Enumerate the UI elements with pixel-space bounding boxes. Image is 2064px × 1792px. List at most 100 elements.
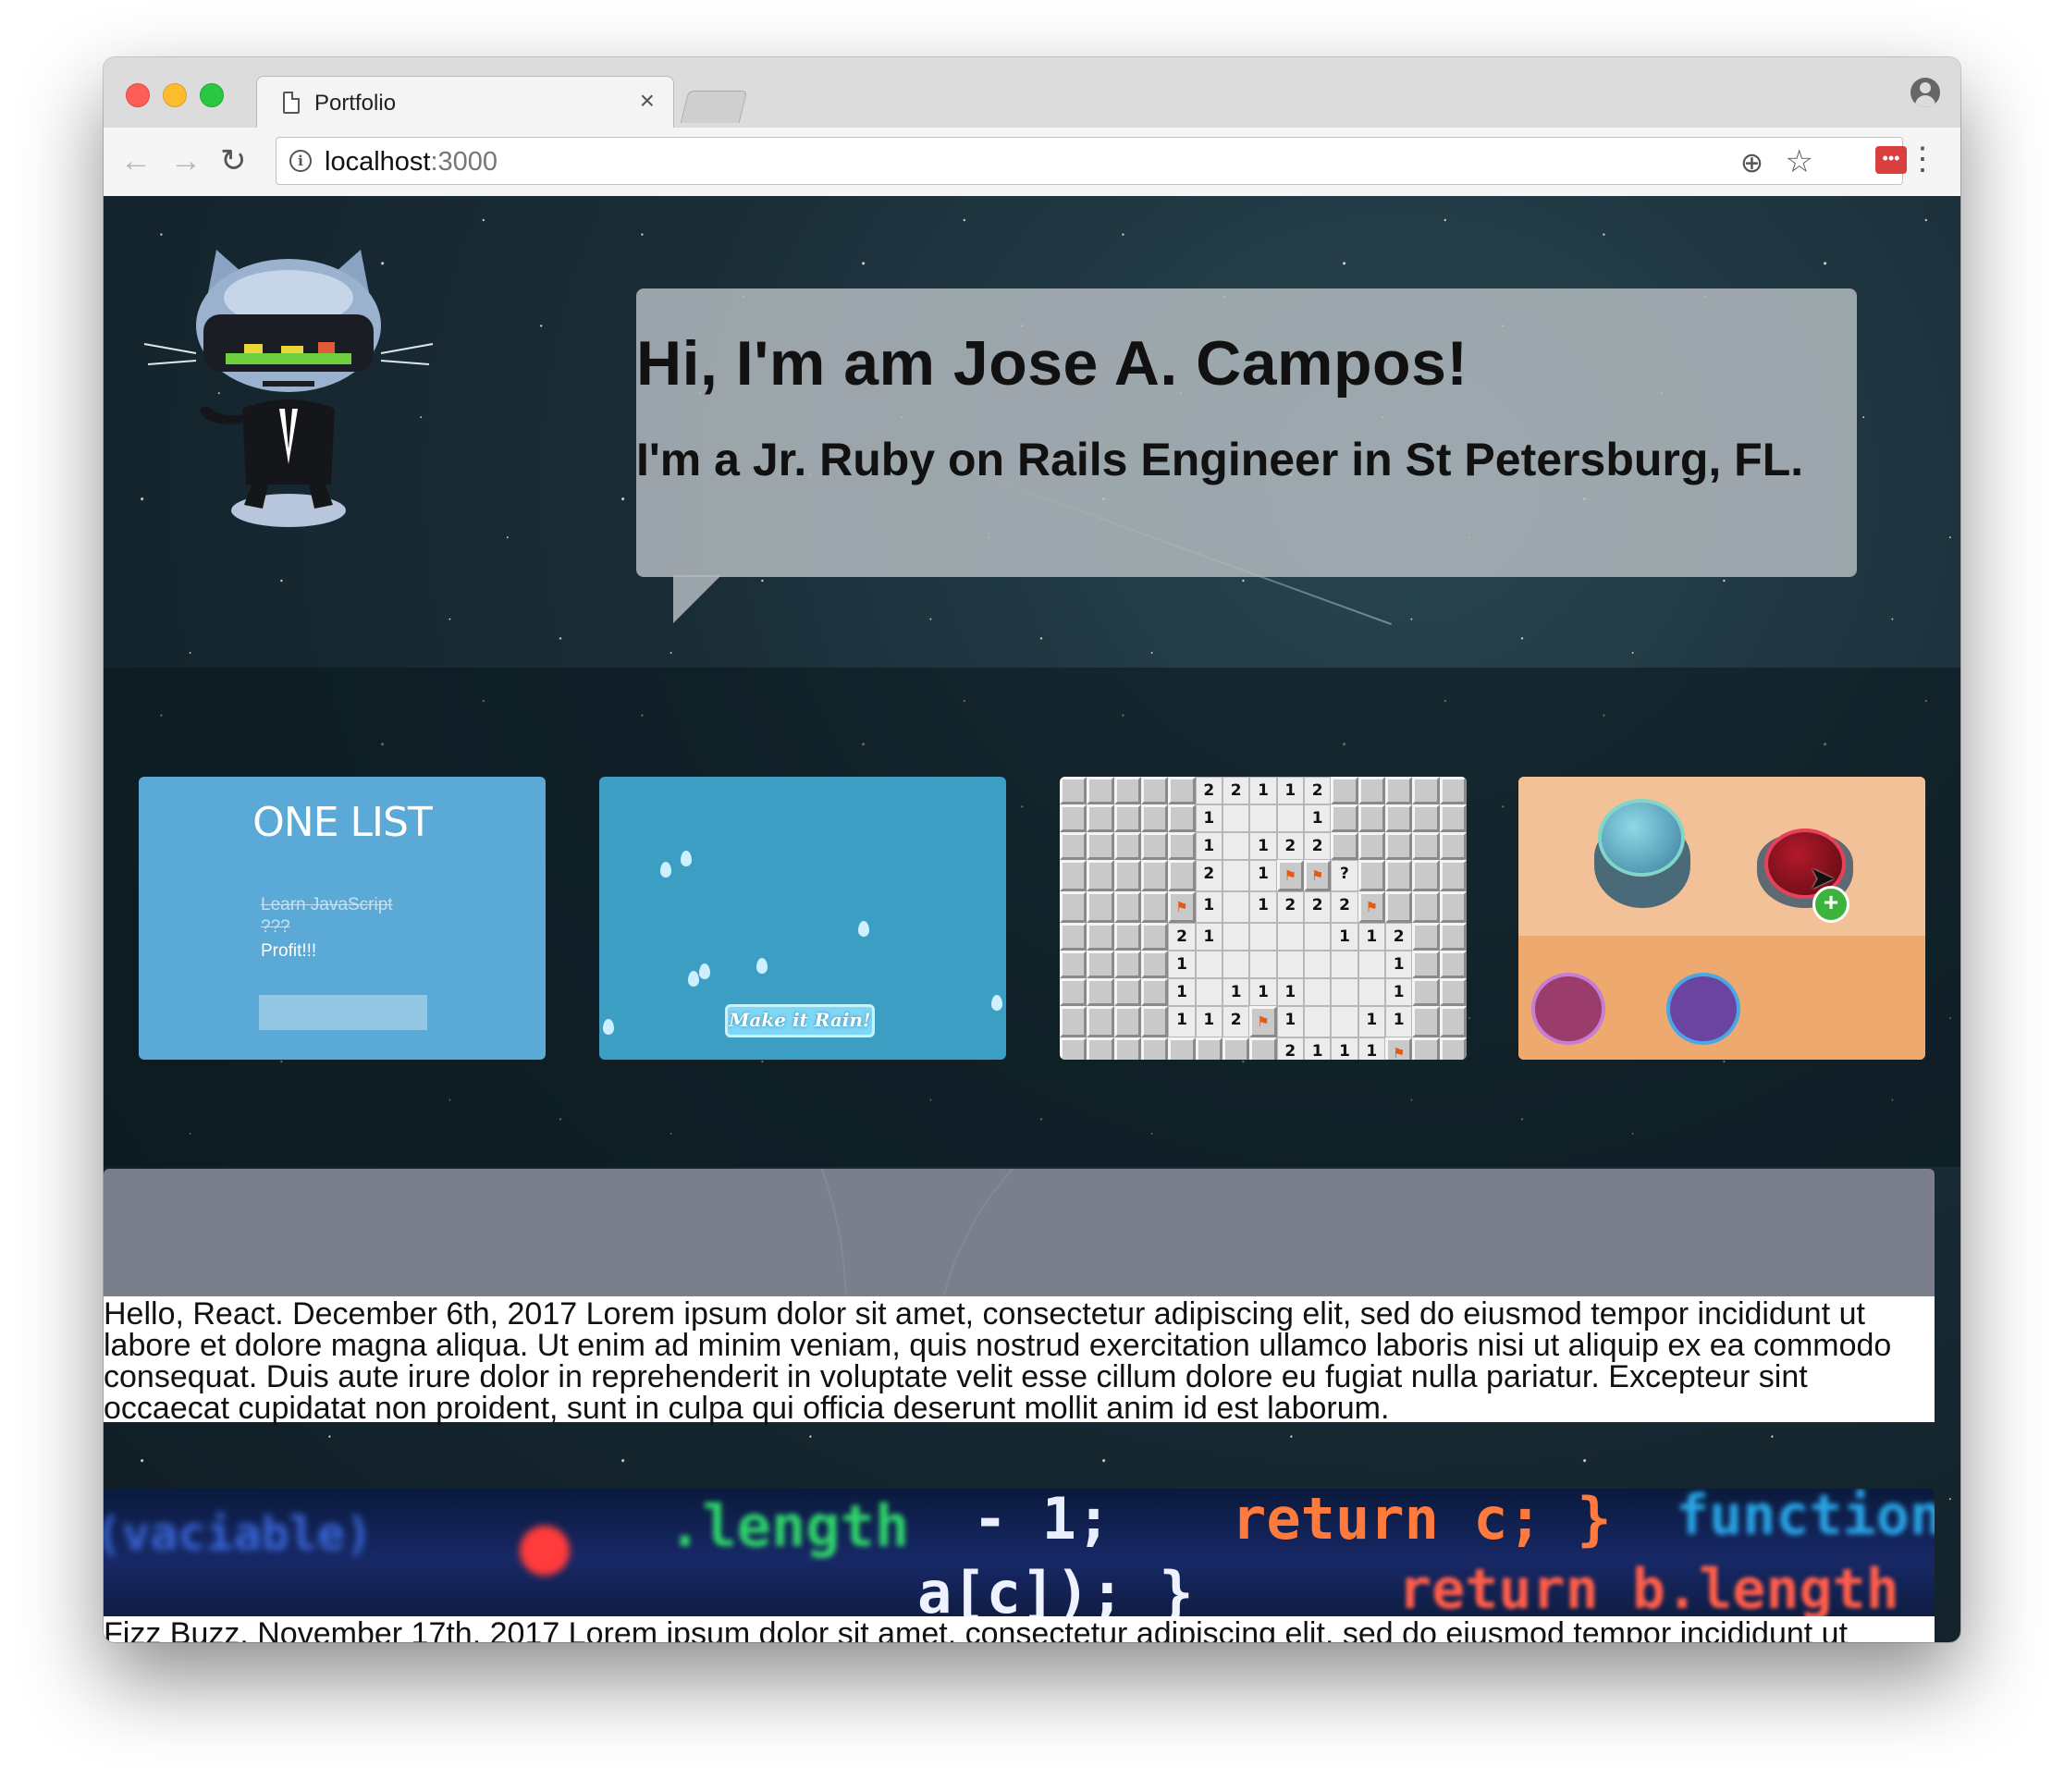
hero-title: Hi, I'm am Jose A. Campos! xyxy=(636,328,1468,399)
mine-cell xyxy=(1113,860,1141,891)
octocat-avatar xyxy=(143,250,434,527)
mine-cell: 1 xyxy=(1304,1037,1332,1060)
mine-cell xyxy=(1385,860,1413,891)
project-card-one-list[interactable]: ONE LIST Learn JavaScript ??? Profit!!! xyxy=(139,777,546,1060)
tab-close-button[interactable]: × xyxy=(640,86,655,115)
mine-cell xyxy=(1439,777,1467,804)
back-button[interactable]: ← xyxy=(120,142,152,179)
flag-icon: ⚑ xyxy=(1358,891,1385,923)
mine-cell xyxy=(1439,860,1467,891)
document-icon xyxy=(283,92,300,114)
reload-button[interactable]: ↻ xyxy=(220,142,247,179)
blue-creature xyxy=(1602,803,1681,873)
post-text: Hello, React. December 6th, 2017 Lorem i… xyxy=(104,1296,1935,1424)
mine-cell xyxy=(1195,978,1222,1006)
url-text[interactable]: localhost:3000 xyxy=(325,147,498,178)
purple-orb xyxy=(1670,976,1737,1041)
one-list-item: Learn JavaScript xyxy=(261,895,393,914)
mine-cell: 2 xyxy=(1195,860,1222,891)
forward-button[interactable]: → xyxy=(170,142,202,179)
mine-cell xyxy=(1113,832,1141,860)
address-bar[interactable]: i localhost:3000 ⊕ ☆ xyxy=(276,137,1903,185)
new-tab-button[interactable] xyxy=(680,91,748,123)
info-icon[interactable]: i xyxy=(289,150,312,172)
raindrop xyxy=(858,921,869,937)
project-card-creatures[interactable]: ➤ + xyxy=(1518,777,1925,1060)
mine-cell: 2 xyxy=(1195,777,1222,804)
zoom-icon[interactable]: ⊕ xyxy=(1740,147,1763,179)
tab-portfolio[interactable]: Portfolio × xyxy=(256,76,674,130)
flag-icon: ⚑ xyxy=(1385,1037,1413,1060)
mine-cell: 2 xyxy=(1222,1006,1250,1037)
mine-cell xyxy=(1087,777,1114,804)
banner-code-text: function xyxy=(1676,1489,1935,1548)
mine-cell xyxy=(1412,951,1440,978)
mine-cell xyxy=(1113,1006,1141,1037)
mine-cell xyxy=(1060,891,1087,923)
mine-cell: 1 xyxy=(1385,951,1413,978)
mine-cell: 1 xyxy=(1249,860,1277,891)
mine-cell: 1 xyxy=(1249,978,1277,1006)
bookmark-star-icon[interactable]: ☆ xyxy=(1786,143,1813,180)
mine-cell xyxy=(1304,951,1332,978)
mine-cell: 1 xyxy=(1385,1006,1413,1037)
banner-code-text: return b.length xyxy=(1398,1557,1899,1618)
mine-cell xyxy=(1385,777,1413,804)
raindrop xyxy=(688,971,699,987)
raindrop xyxy=(681,851,692,866)
mine-cell xyxy=(1060,777,1087,804)
mine-cell xyxy=(1060,860,1087,891)
mine-cell xyxy=(1141,832,1169,860)
url-host: localhost xyxy=(325,147,431,177)
project-card-minesweeper[interactable]: 2 2 1 1 2 1 1 1 1 2 2 2 1 ⚑ ⚑? ⚑ 1 1 2 2 2 ⚑ 2 1 1 1 2 1 1 1 1 1 1 1 1 1 2 ⚑ 1… xyxy=(1060,777,1467,1060)
mine-cell xyxy=(1412,923,1440,951)
mine-cell: 2 xyxy=(1304,891,1332,923)
one-list-item: Profit!!! xyxy=(261,941,317,961)
mine-cell xyxy=(1087,1006,1114,1037)
mine-cell xyxy=(1141,860,1169,891)
tab-strip: Portfolio × xyxy=(104,57,1960,130)
browser-window: Portfolio × ← → ↻ i localhost:3000 ⊕ ☆ •… xyxy=(104,57,1960,1642)
banner-code-text: (vaciable) xyxy=(104,1507,374,1561)
mine-cell xyxy=(1087,832,1114,860)
flag-icon: ⚑ xyxy=(1249,1006,1277,1037)
mine-cell: 1 xyxy=(1168,951,1196,978)
magenta-orb xyxy=(1535,976,1602,1041)
mine-cell: 2 xyxy=(1276,891,1304,923)
mine-cell: 1 xyxy=(1276,978,1304,1006)
mine-cell xyxy=(1087,1037,1114,1060)
flag-icon: ⚑ xyxy=(1304,860,1332,891)
mine-cell xyxy=(1113,923,1141,951)
mine-cell xyxy=(1439,832,1467,860)
mine-cell xyxy=(1439,978,1467,1006)
mine-cell: 2 xyxy=(1385,923,1413,951)
project-card-make-it-rain[interactable]: Make it Rain! xyxy=(599,777,1006,1060)
mine-cell xyxy=(1331,951,1358,978)
close-window-button[interactable] xyxy=(126,83,150,107)
mine-cell xyxy=(1358,951,1385,978)
mine-cell xyxy=(1358,777,1385,804)
profile-icon[interactable] xyxy=(1910,78,1940,107)
raindrop xyxy=(660,862,671,878)
mine-cell xyxy=(1249,923,1277,951)
browser-toolbar: ← → ↻ i localhost:3000 ⊕ ☆ ••• ⋮ xyxy=(104,128,1960,197)
menu-icon[interactable]: ⋮ xyxy=(1907,141,1938,178)
mine-cell xyxy=(1358,978,1385,1006)
mine-cell xyxy=(1168,1037,1196,1060)
one-list-input xyxy=(259,995,427,1030)
mine-cell xyxy=(1439,951,1467,978)
raindrop xyxy=(699,964,710,979)
mine-cell: 1 xyxy=(1195,804,1222,832)
extension-icon[interactable]: ••• xyxy=(1875,146,1907,174)
mine-cell: 2 xyxy=(1331,891,1358,923)
mine-cell xyxy=(1222,951,1250,978)
zoom-window-button[interactable] xyxy=(200,83,224,107)
mine-cell: ? xyxy=(1331,860,1358,891)
mine-cell xyxy=(1113,1037,1141,1060)
minimize-window-button[interactable] xyxy=(163,83,187,107)
mine-cell xyxy=(1222,1037,1250,1060)
mine-cell xyxy=(1060,832,1087,860)
mine-cell xyxy=(1358,832,1385,860)
mine-cell xyxy=(1276,804,1304,832)
mine-cell xyxy=(1249,951,1277,978)
